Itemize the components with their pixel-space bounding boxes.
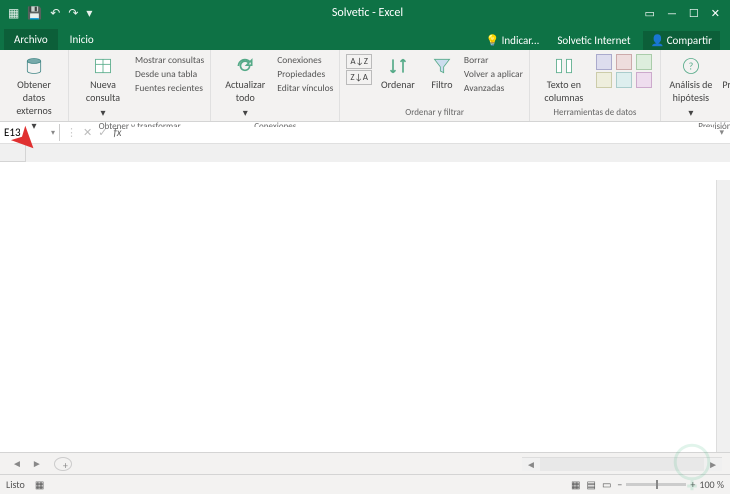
remove-dup-icon[interactable] <box>616 54 632 70</box>
fx-icon[interactable]: fx <box>113 126 121 139</box>
grid-body[interactable] <box>0 162 730 452</box>
sort-asc-button[interactable]: A↓Z <box>346 54 372 69</box>
undo-icon[interactable]: ↶ <box>50 6 60 21</box>
zoom-control[interactable]: −+ 100 % <box>617 478 724 491</box>
group-forecast: ? Análisis de hipótesis ▾ Previsión Prev… <box>661 50 730 121</box>
save-icon[interactable]: 💾 <box>27 6 42 21</box>
quick-access-toolbar: ▦ 💾 ↶ ↷ ▾ <box>0 6 100 21</box>
edit-links-button[interactable]: Editar vínculos <box>277 82 333 94</box>
text-to-columns-button[interactable]: Texto en columnas <box>536 54 592 106</box>
name-box[interactable]: E13▾ <box>0 124 60 141</box>
filter-button[interactable]: Filtro <box>424 54 460 93</box>
menu-bar: Archivo Inicio 💡 Indicar... Solvetic Int… <box>0 26 730 50</box>
close-icon[interactable]: ✕ <box>711 7 720 20</box>
column-headers <box>0 144 730 162</box>
flash-fill-icon[interactable] <box>596 54 612 70</box>
clear-filter-button[interactable]: Borrar <box>464 54 523 66</box>
refresh-icon <box>235 56 255 76</box>
advanced-filter-button[interactable]: Avanzadas <box>464 82 523 94</box>
status-ready: Listo <box>6 478 25 491</box>
sort-button[interactable]: Ordenar <box>376 54 420 93</box>
connections-button[interactable]: Conexiones <box>277 54 333 66</box>
select-all-corner[interactable] <box>0 144 26 162</box>
horizontal-scrollbar[interactable]: ◄► <box>522 457 722 471</box>
view-pagebreak-icon[interactable]: ▭ <box>602 478 611 491</box>
group-sort-filter: A↓Z Z↓A Ordenar Filtro Borrar Volver a a… <box>340 50 530 121</box>
ribbon-options-icon[interactable]: ▭ <box>645 7 655 20</box>
data-validation-icon[interactable] <box>636 54 652 70</box>
show-queries-button[interactable]: Mostrar consultas <box>135 54 204 66</box>
zoom-level[interactable]: 100 % <box>699 478 724 491</box>
group-data-tools: Texto en columnas Herramientas de datos <box>530 50 661 121</box>
redo-icon[interactable]: ↷ <box>68 6 78 21</box>
new-sheet-button[interactable]: + <box>54 457 72 471</box>
minimize-icon[interactable]: — <box>667 7 677 20</box>
tab-inicio[interactable]: Inicio <box>60 29 104 50</box>
formula-bar-row: E13▾ ⋮ ✕ ✓ fx ▾ <box>0 122 730 144</box>
refresh-all-button[interactable]: Actualizar todo ▾ <box>217 54 273 121</box>
forecast-button[interactable]: Previsión <box>719 54 730 93</box>
sheet-nav-prev[interactable]: ◄ <box>8 457 26 470</box>
window-controls: ▭ — ☐ ✕ <box>635 7 730 20</box>
user-account[interactable]: Solvetic Internet <box>551 31 636 50</box>
sheet-tab-bar: ◄ ► + ◄► <box>0 452 730 474</box>
file-tab[interactable]: Archivo <box>4 29 58 50</box>
data-model-icon[interactable] <box>636 72 652 88</box>
reapply-button[interactable]: Volver a aplicar <box>464 68 523 80</box>
sort-icon <box>388 56 408 76</box>
group-connections: Actualizar todo ▾ Conexiones Propiedades… <box>211 50 340 121</box>
vertical-scrollbar[interactable] <box>716 180 730 452</box>
sort-desc-button[interactable]: Z↓A <box>346 70 372 85</box>
group-external-data: Obtener datos externos ▾ <box>0 50 69 121</box>
expand-formula-icon[interactable]: ▾ <box>719 127 724 138</box>
columns-icon <box>554 56 574 76</box>
relationships-icon[interactable] <box>616 72 632 88</box>
view-layout-icon[interactable]: ▤ <box>587 478 596 491</box>
window-title: Solvetic - Excel <box>100 6 634 20</box>
whatif-button[interactable]: ? Análisis de hipótesis ▾ <box>667 54 715 121</box>
funnel-icon <box>432 56 452 76</box>
sheet-nav-next[interactable]: ► <box>28 457 46 470</box>
share-button[interactable]: 👤 Compartir <box>643 31 721 50</box>
tell-me[interactable]: 💡 Indicar... <box>479 31 545 50</box>
new-query-button[interactable]: Nueva consulta ▾ <box>75 54 131 121</box>
status-bar: Listo ▦ ▦ ▤ ▭ −+ 100 % <box>0 474 730 494</box>
group-get-transform: Nueva consulta ▾ Mostrar consultas Desde… <box>69 50 211 121</box>
cancel-formula-icon[interactable]: ✕ <box>83 126 92 139</box>
macro-record-icon[interactable]: ▦ <box>35 478 44 491</box>
recent-sources-button[interactable]: Fuentes recientes <box>135 82 204 94</box>
view-normal-icon[interactable]: ▦ <box>571 478 580 491</box>
formula-input[interactable] <box>128 127 714 139</box>
get-external-data-button[interactable]: Obtener datos externos ▾ <box>6 54 62 134</box>
grid-container <box>0 144 730 452</box>
svg-text:?: ? <box>689 59 694 72</box>
qat-more-icon[interactable]: ▾ <box>86 6 92 21</box>
ribbon: Obtener datos externos ▾ Nueva consulta … <box>0 50 730 122</box>
database-icon <box>24 56 44 76</box>
enter-formula-icon[interactable]: ✓ <box>98 126 107 139</box>
analysis-icon: ? <box>681 56 701 76</box>
consolidate-icon[interactable] <box>596 72 612 88</box>
maximize-icon[interactable]: ☐ <box>689 7 699 20</box>
excel-icon: ▦ <box>8 6 19 21</box>
title-bar: ▦ 💾 ↶ ↷ ▾ Solvetic - Excel ▭ — ☐ ✕ <box>0 0 730 26</box>
table-query-icon <box>93 56 113 76</box>
from-table-button[interactable]: Desde una tabla <box>135 68 204 80</box>
properties-button[interactable]: Propiedades <box>277 68 333 80</box>
